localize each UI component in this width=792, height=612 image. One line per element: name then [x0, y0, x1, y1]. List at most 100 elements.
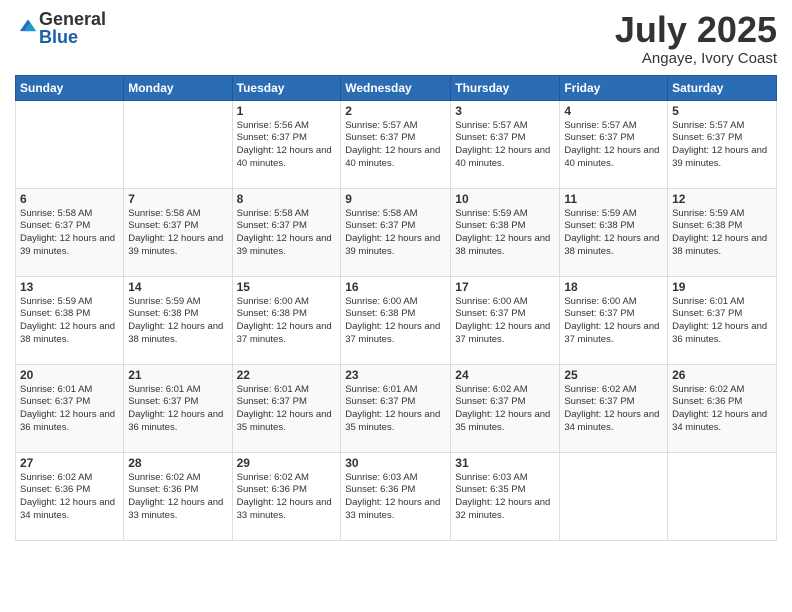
day-info: Sunrise: 6:02 AM Sunset: 6:36 PM Dayligh… — [672, 384, 772, 435]
day-number: 24 — [455, 368, 555, 382]
day-number: 5 — [672, 104, 772, 118]
day-info: Sunrise: 6:00 AM Sunset: 6:38 PM Dayligh… — [237, 296, 337, 347]
day-info: Sunrise: 6:00 AM Sunset: 6:37 PM Dayligh… — [564, 296, 663, 347]
calendar-cell: 8 Sunrise: 5:58 AM Sunset: 6:37 PM Daylig… — [232, 188, 341, 276]
calendar-cell: 23 Sunrise: 6:01 AM Sunset: 6:37 PM Dayli… — [341, 364, 451, 452]
calendar-cell: 3 Sunrise: 5:57 AM Sunset: 6:37 PM Daylig… — [451, 100, 560, 188]
calendar-cell: 20 Sunrise: 6:01 AM Sunset: 6:37 PM Dayli… — [16, 364, 124, 452]
day-info: Sunrise: 6:02 AM Sunset: 6:37 PM Dayligh… — [564, 384, 663, 435]
day-info: Sunrise: 6:02 AM Sunset: 6:37 PM Dayligh… — [455, 384, 555, 435]
day-number: 22 — [237, 368, 337, 382]
day-info: Sunrise: 6:02 AM Sunset: 6:36 PM Dayligh… — [128, 472, 227, 523]
day-number: 16 — [345, 280, 446, 294]
day-info: Sunrise: 5:59 AM Sunset: 6:38 PM Dayligh… — [455, 208, 555, 259]
day-info: Sunrise: 6:01 AM Sunset: 6:37 PM Dayligh… — [345, 384, 446, 435]
calendar-week-row: 6 Sunrise: 5:58 AM Sunset: 6:37 PM Daylig… — [16, 188, 777, 276]
calendar-cell: 9 Sunrise: 5:58 AM Sunset: 6:37 PM Daylig… — [341, 188, 451, 276]
day-info: Sunrise: 5:56 AM Sunset: 6:37 PM Dayligh… — [237, 120, 337, 171]
calendar-cell: 25 Sunrise: 6:02 AM Sunset: 6:37 PM Dayli… — [560, 364, 668, 452]
day-number: 26 — [672, 368, 772, 382]
day-number: 15 — [237, 280, 337, 294]
day-info: Sunrise: 6:01 AM Sunset: 6:37 PM Dayligh… — [237, 384, 337, 435]
calendar-cell: 4Sunrise: 5:57 AM Sunset: 6:37 PM Daylig… — [560, 100, 668, 188]
logo-general-text: General — [39, 10, 106, 28]
calendar-cell: 15 Sunrise: 6:00 AM Sunset: 6:38 PM Dayli… — [232, 276, 341, 364]
day-info: Sunrise: 6:00 AM Sunset: 6:38 PM Dayligh… — [345, 296, 446, 347]
calendar-cell: 18 Sunrise: 6:00 AM Sunset: 6:37 PM Dayli… — [560, 276, 668, 364]
day-info: Sunrise: 6:01 AM Sunset: 6:37 PM Dayligh… — [20, 384, 119, 435]
calendar-cell: 29 Sunrise: 6:02 AM Sunset: 6:36 PM Dayli… — [232, 452, 341, 540]
day-number: 20 — [20, 368, 119, 382]
day-info: Sunrise: 5:58 AM Sunset: 6:37 PM Dayligh… — [345, 208, 446, 259]
day-number: 14 — [128, 280, 227, 294]
calendar-cell: 19Sunrise: 6:01 AM Sunset: 6:37 PM Dayli… — [668, 276, 777, 364]
calendar-cell: 31 Sunrise: 6:03 AM Sunset: 6:35 PM Dayli… — [451, 452, 560, 540]
calendar-header-row: SundayMondayTuesdayWednesdayThursdayFrid… — [16, 75, 777, 100]
page: General Blue July 2025 Angaye, Ivory Coa… — [0, 0, 792, 612]
logo-icon — [17, 15, 39, 37]
weekday-header: Thursday — [451, 75, 560, 100]
calendar-week-row: 27 Sunrise: 6:02 AM Sunset: 6:36 PM Dayli… — [16, 452, 777, 540]
day-number: 13 — [20, 280, 119, 294]
calendar-cell: 14 Sunrise: 5:59 AM Sunset: 6:38 PM Dayli… — [124, 276, 232, 364]
day-info: Sunrise: 5:59 AM Sunset: 6:38 PM Dayligh… — [128, 296, 227, 347]
header: General Blue July 2025 Angaye, Ivory Coa… — [15, 10, 777, 67]
day-number: 4 — [564, 104, 663, 118]
day-info: Sunrise: 5:59 AM Sunset: 6:38 PM Dayligh… — [672, 208, 772, 259]
day-info: Sunrise: 5:57 AM Sunset: 6:37 PM Dayligh… — [345, 120, 446, 171]
day-number: 29 — [237, 456, 337, 470]
title-block: July 2025 Angaye, Ivory Coast — [615, 10, 777, 67]
day-number: 3 — [455, 104, 555, 118]
day-number: 12 — [672, 192, 772, 206]
day-info: Sunrise: 5:58 AM Sunset: 6:37 PM Dayligh… — [20, 208, 119, 259]
calendar-cell — [560, 452, 668, 540]
day-number: 7 — [128, 192, 227, 206]
weekday-header: Tuesday — [232, 75, 341, 100]
day-number: 8 — [237, 192, 337, 206]
calendar-week-row: 13 Sunrise: 5:59 AM Sunset: 6:38 PM Dayli… — [16, 276, 777, 364]
day-number: 18 — [564, 280, 663, 294]
day-number: 27 — [20, 456, 119, 470]
weekday-header: Friday — [560, 75, 668, 100]
day-info: Sunrise: 5:57 AM Sunset: 6:37 PM Dayligh… — [455, 120, 555, 171]
month-title: July 2025 — [615, 10, 777, 50]
day-info: Sunrise: 6:01 AM Sunset: 6:37 PM Dayligh… — [128, 384, 227, 435]
calendar-cell: 11 Sunrise: 5:59 AM Sunset: 6:38 PM Dayli… — [560, 188, 668, 276]
calendar-cell: 12 Sunrise: 5:59 AM Sunset: 6:38 PM Dayli… — [668, 188, 777, 276]
weekday-header: Sunday — [16, 75, 124, 100]
day-info: Sunrise: 6:02 AM Sunset: 6:36 PM Dayligh… — [237, 472, 337, 523]
location-title: Angaye, Ivory Coast — [615, 50, 777, 67]
day-info: Sunrise: 6:01 AM Sunset: 6:37 PM Dayligh… — [672, 296, 772, 347]
day-number: 10 — [455, 192, 555, 206]
day-number: 9 — [345, 192, 446, 206]
day-number: 25 — [564, 368, 663, 382]
calendar-cell: 10 Sunrise: 5:59 AM Sunset: 6:38 PM Dayli… — [451, 188, 560, 276]
day-number: 21 — [128, 368, 227, 382]
day-number: 17 — [455, 280, 555, 294]
day-number: 31 — [455, 456, 555, 470]
day-info: Sunrise: 5:58 AM Sunset: 6:37 PM Dayligh… — [237, 208, 337, 259]
calendar-cell: 24 Sunrise: 6:02 AM Sunset: 6:37 PM Dayli… — [451, 364, 560, 452]
calendar-cell — [16, 100, 124, 188]
calendar-cell: 17Sunrise: 6:00 AM Sunset: 6:37 PM Dayli… — [451, 276, 560, 364]
weekday-header: Wednesday — [341, 75, 451, 100]
calendar-week-row: 20 Sunrise: 6:01 AM Sunset: 6:37 PM Dayli… — [16, 364, 777, 452]
logo: General Blue — [15, 10, 106, 46]
calendar-cell: 27 Sunrise: 6:02 AM Sunset: 6:36 PM Dayli… — [16, 452, 124, 540]
calendar-cell: 13Sunrise: 5:59 AM Sunset: 6:38 PM Dayli… — [16, 276, 124, 364]
day-info: Sunrise: 6:02 AM Sunset: 6:36 PM Dayligh… — [20, 472, 119, 523]
day-number: 23 — [345, 368, 446, 382]
day-info: Sunrise: 6:03 AM Sunset: 6:35 PM Dayligh… — [455, 472, 555, 523]
calendar-cell: 26 Sunrise: 6:02 AM Sunset: 6:36 PM Dayli… — [668, 364, 777, 452]
calendar-cell — [124, 100, 232, 188]
calendar-cell — [668, 452, 777, 540]
calendar-week-row: 1Sunrise: 5:56 AM Sunset: 6:37 PM Daylig… — [16, 100, 777, 188]
logo-text: General Blue — [39, 10, 106, 46]
day-number: 6 — [20, 192, 119, 206]
calendar: SundayMondayTuesdayWednesdayThursdayFrid… — [15, 75, 777, 541]
weekday-header: Saturday — [668, 75, 777, 100]
day-info: Sunrise: 5:58 AM Sunset: 6:37 PM Dayligh… — [128, 208, 227, 259]
day-info: Sunrise: 6:03 AM Sunset: 6:36 PM Dayligh… — [345, 472, 446, 523]
day-number: 11 — [564, 192, 663, 206]
day-info: Sunrise: 5:59 AM Sunset: 6:38 PM Dayligh… — [564, 208, 663, 259]
